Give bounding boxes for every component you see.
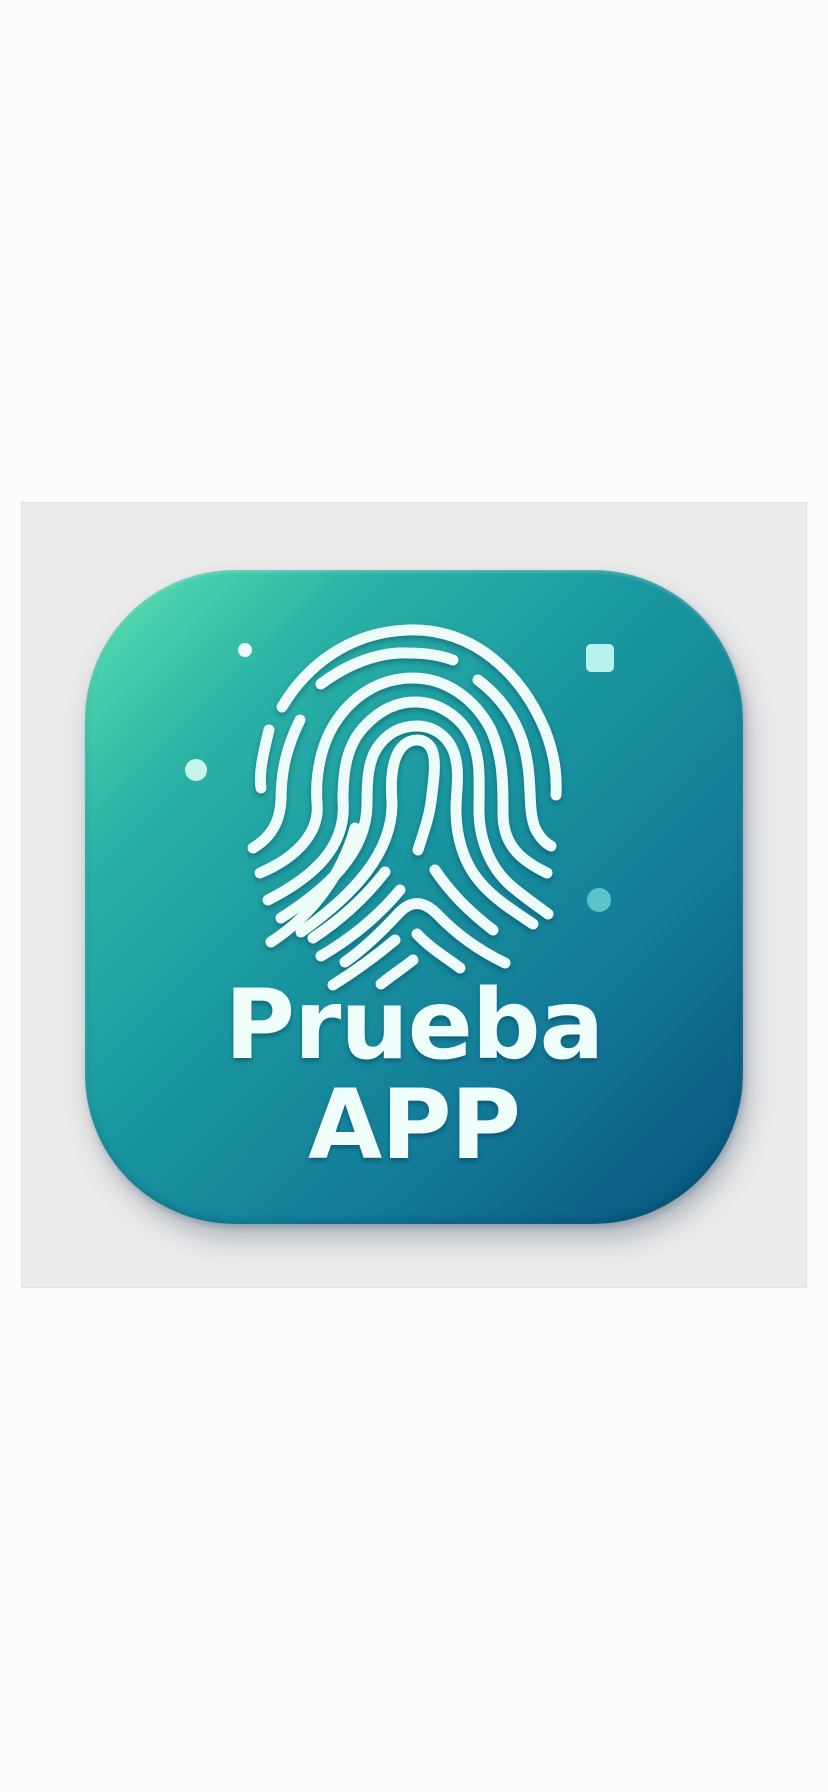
decor-dot <box>238 643 252 657</box>
app-name-line-1: Prueba <box>224 969 605 1081</box>
fingerprint-ridge <box>254 724 275 794</box>
decor-dot <box>185 759 207 781</box>
fingerprint-ridge <box>411 928 466 974</box>
fingerprint-ridge <box>385 734 440 856</box>
app-icon: Prueba APP <box>85 570 743 1224</box>
app-name-line-2: APP <box>307 1069 521 1181</box>
decor-square <box>586 644 614 672</box>
decor-dot <box>587 888 611 912</box>
fingerprint-ridge <box>472 674 557 852</box>
